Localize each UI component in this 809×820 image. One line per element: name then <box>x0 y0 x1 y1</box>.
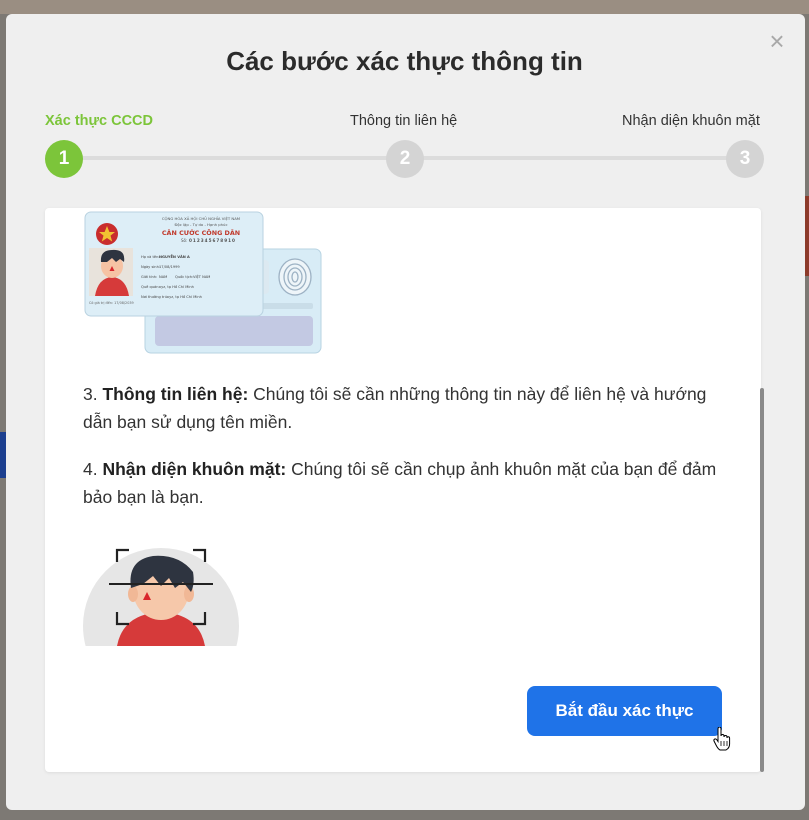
card-dob: 17/08/1999 <box>159 265 180 269</box>
content-scrollbar[interactable] <box>760 388 764 772</box>
card-country: CỘNG HÒA XÃ HỘI CHỦ NGHĨA VIỆT NAM <box>162 216 240 221</box>
instructions-card: CỘNG HÒA XÃ HỘI CHỦ NGHĨA VIỆT NAM Độc l… <box>45 208 761 772</box>
fingerprint-icon <box>278 258 312 296</box>
card-hometown: xyz, tp Hồ Chí Minh <box>159 285 194 289</box>
card-title: CĂN CƯỚC CÔNG DÂN <box>162 228 240 237</box>
card-name: NGUYỄN VĂN A <box>159 254 190 259</box>
card-dob-label: Ngày sinh: <box>141 265 160 269</box>
id-card-illustration: CỘNG HÒA XÃ HỘI CHỦ NGHĨA VIỆT NAM Độc l… <box>84 211 322 354</box>
start-verification-button[interactable]: Bắt đầu xác thực <box>527 686 722 736</box>
card-number-label: Số: <box>181 238 187 243</box>
step-2-label: Thông tin liên hệ <box>350 113 458 129</box>
card-nationality: VIỆT NAM <box>193 274 210 279</box>
step-3-title: Thông tin liên hệ: <box>102 384 249 404</box>
step-3-label: Nhận diện khuôn mặt <box>622 113 760 129</box>
modal-title: Các bước xác thực thông tin <box>226 46 583 76</box>
step-2-circle: 2 <box>386 140 424 178</box>
step-1-label: Xác thực CCCD <box>45 113 153 129</box>
card-sex-label: Giới tính: <box>141 275 157 279</box>
step-1-circle: 1 <box>45 140 83 178</box>
step-4-title: Nhận diện khuôn mặt: <box>102 459 287 479</box>
step-3-description: 3. Thông tin liên hệ: Chúng tôi sẽ cần n… <box>83 384 707 432</box>
card-motto: Độc lập - Tự do - Hạnh phúc <box>174 222 227 227</box>
card-nationality-label: Quốc tịch: <box>175 275 193 279</box>
step-4-description: 4. Nhận diện khuôn mặt: Chúng tôi sẽ cần… <box>83 459 717 507</box>
step-3-circle: 3 <box>726 140 764 178</box>
card-residence: xyz, tp Hồ Chí Minh <box>167 295 202 299</box>
card-sex: NAM <box>159 275 167 279</box>
hand-cursor-icon <box>713 727 731 751</box>
card-expiry: Có giá trị đến: 17/08/2039 <box>89 301 134 305</box>
backdrop-header <box>0 0 809 14</box>
card-name-label: Họ và tên: <box>141 255 160 259</box>
card-residence-label: Nơi thường trú: <box>141 295 168 299</box>
face-scan-illustration <box>83 548 239 646</box>
card-number: 012345678910 <box>189 238 236 243</box>
card-hometown-label: Quê quán: <box>141 285 160 289</box>
